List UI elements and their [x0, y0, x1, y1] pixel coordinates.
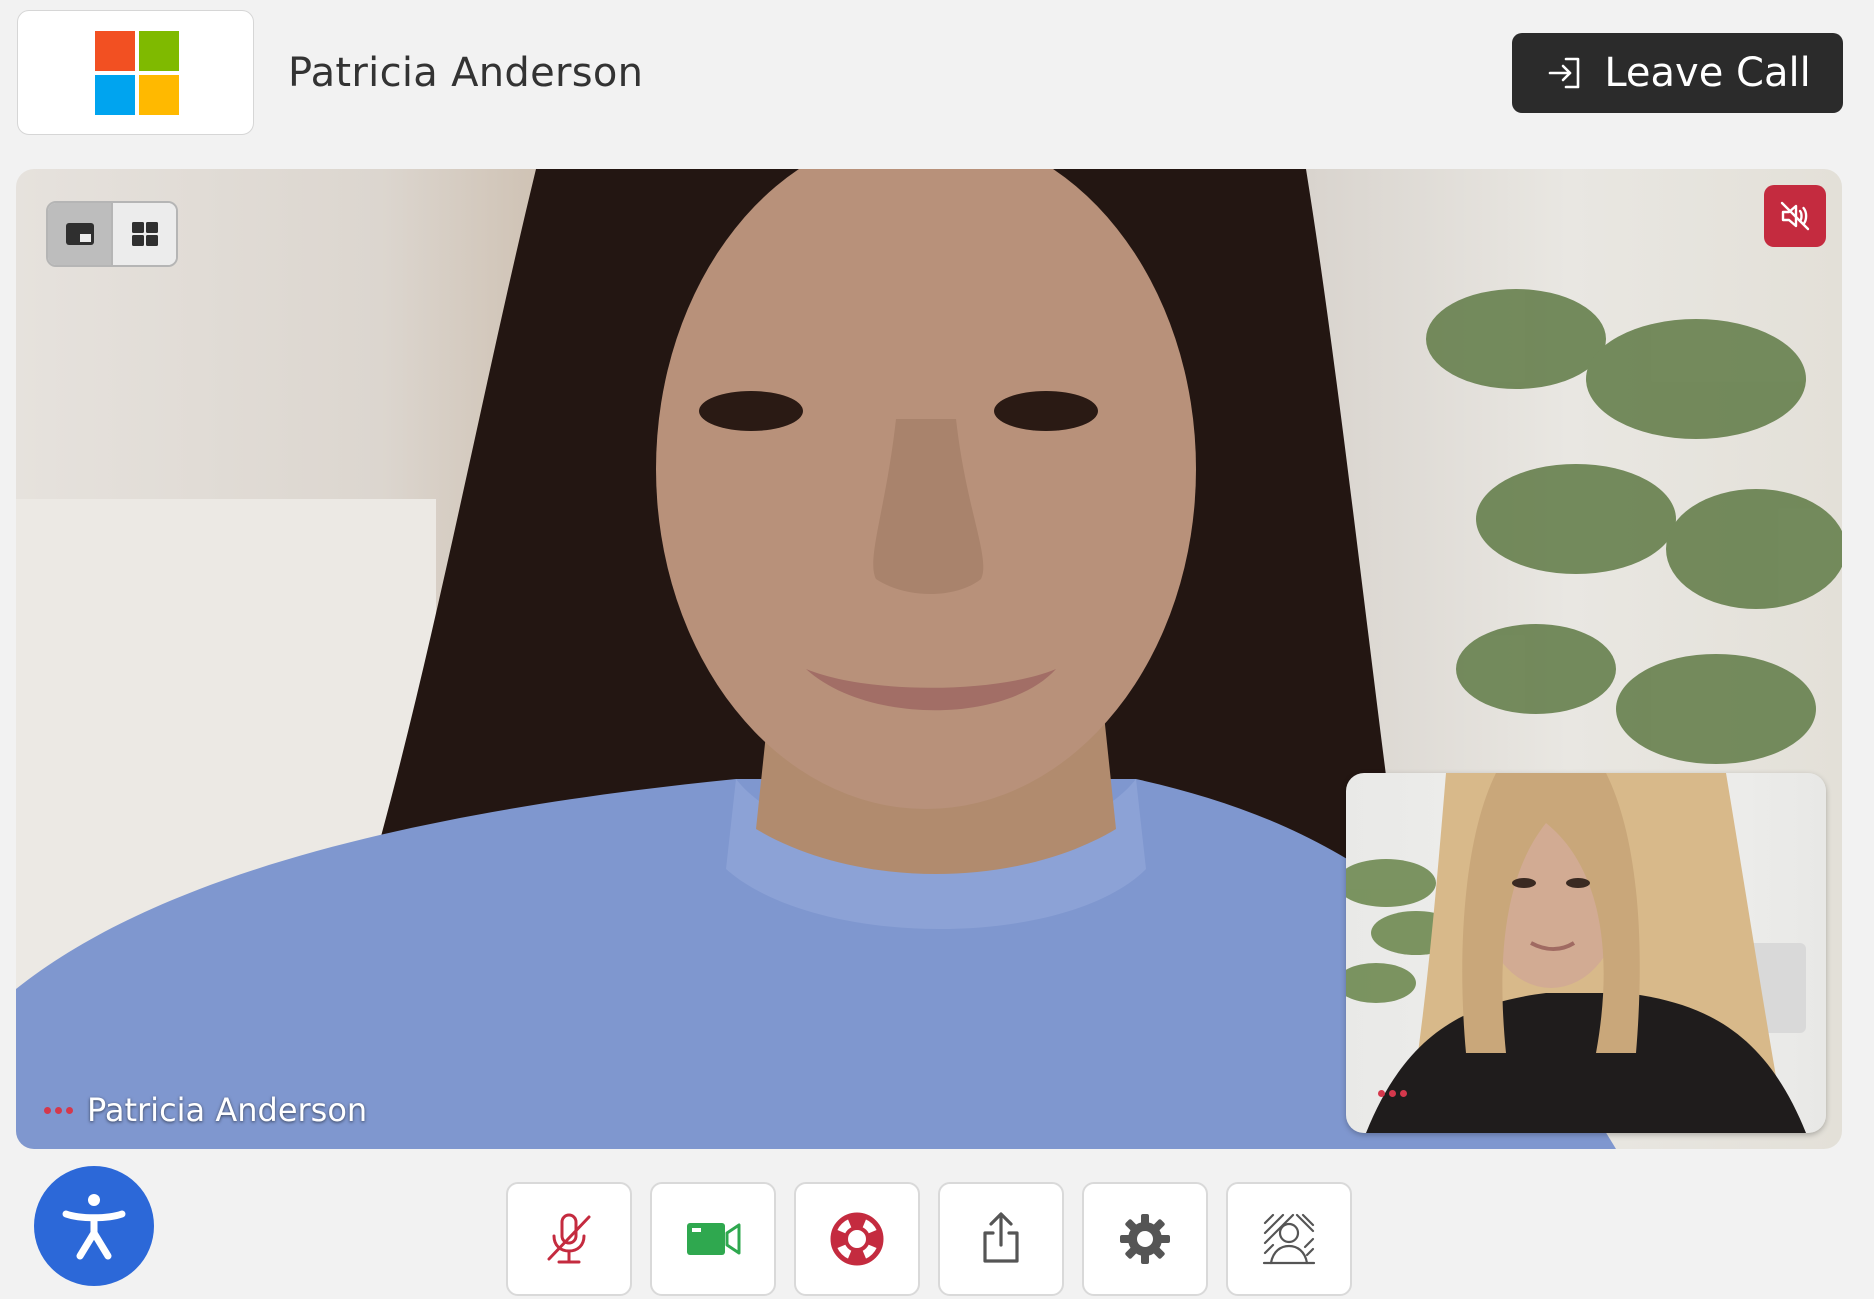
- video-camera-icon: [687, 1223, 741, 1255]
- accessibility-button[interactable]: [34, 1166, 154, 1286]
- more-dots-icon[interactable]: [44, 1106, 73, 1114]
- share-icon: [983, 1212, 1019, 1263]
- camera-toggle-button[interactable]: [650, 1182, 776, 1296]
- exit-icon: [1549, 57, 1580, 89]
- self-view-video: [1346, 773, 1826, 1133]
- participant-name-tag: Patricia Anderson: [44, 1091, 367, 1129]
- leave-call-button[interactable]: Leave Call: [1512, 33, 1843, 113]
- caller-name: Patricia Anderson: [288, 50, 644, 96]
- layout-toggle: [46, 201, 178, 267]
- microphone-toggle-button[interactable]: [506, 1182, 632, 1296]
- grid-layout-button[interactable]: [111, 203, 176, 265]
- speaker-muted-icon: [1780, 201, 1810, 231]
- accessibility-icon: [62, 1194, 126, 1260]
- grid-layout-icon: [131, 222, 158, 246]
- main-video: Patricia Anderson: [16, 169, 1842, 1149]
- settings-gear-icon: [1120, 1214, 1170, 1264]
- self-view-more-dots-icon[interactable]: [1378, 1090, 1407, 1097]
- background-blur-icon: [1262, 1213, 1316, 1265]
- call-controls: [506, 1182, 1352, 1296]
- leave-call-label: Leave Call: [1604, 50, 1811, 96]
- spotlight-layout-button[interactable]: [48, 203, 111, 265]
- settings-button[interactable]: [1082, 1182, 1208, 1296]
- spotlight-layout-icon: [65, 223, 94, 245]
- lifebuoy-icon: [830, 1212, 884, 1266]
- microphone-off-icon: [547, 1213, 591, 1264]
- participant-name: Patricia Anderson: [87, 1091, 368, 1129]
- self-view-frame: [1346, 773, 1806, 1133]
- help-support-button[interactable]: [794, 1182, 920, 1296]
- background-blur-button[interactable]: [1226, 1182, 1352, 1296]
- microsoft-logo: [95, 31, 179, 115]
- participant-muted-indicator: [1764, 185, 1826, 247]
- share-screen-button[interactable]: [938, 1182, 1064, 1296]
- brand-logo-box: [17, 10, 254, 135]
